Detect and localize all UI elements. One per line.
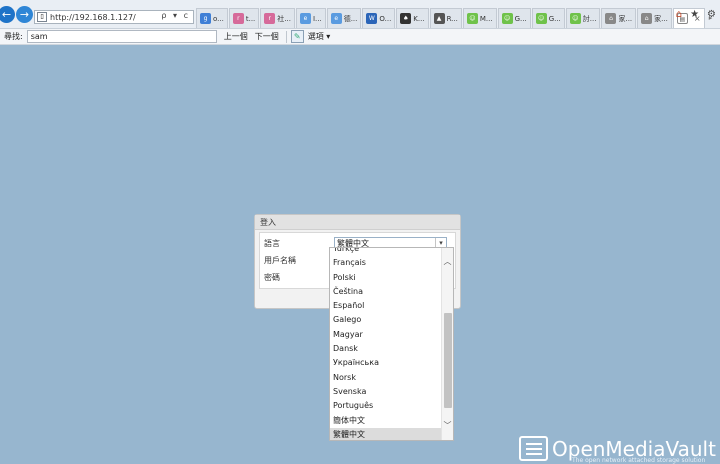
- find-next-button[interactable]: 下一個: [255, 31, 279, 42]
- browser-tab[interactable]: r t...: [228, 8, 260, 28]
- address-bar[interactable]: ▯ http://192.168.1.127/ ρ ▾ c: [34, 10, 194, 24]
- home-icon[interactable]: ⌂: [676, 9, 682, 20]
- dialog-title: 登入: [255, 215, 460, 230]
- language-option[interactable]: 繁體中文: [330, 427, 442, 440]
- language-option[interactable]: Norsk: [330, 371, 442, 385]
- browser-tab[interactable]: r 社...: [260, 8, 295, 28]
- find-options-button[interactable]: 選項 ▾: [308, 31, 331, 42]
- dropdown-scrollbar[interactable]: ︿ ﹀: [441, 248, 453, 440]
- tab-label: G...: [548, 14, 561, 23]
- tab-label: G...: [514, 14, 527, 23]
- browser-tab[interactable]: ☺ G...: [531, 8, 565, 28]
- browser-tab[interactable]: ▲ R...: [429, 8, 462, 28]
- scroll-thumb[interactable]: [444, 313, 452, 408]
- language-option[interactable]: Magyar: [330, 328, 442, 342]
- tab-label: 社...: [277, 14, 291, 23]
- tab-favicon-icon: W: [366, 13, 378, 24]
- tab-strip: g o... r t... r 社... e I... e 德... W O... ♠ K... ▲ R...…: [196, 8, 716, 28]
- address-text[interactable]: http://192.168.1.127/: [50, 13, 136, 22]
- browser-tab[interactable]: e I...: [295, 8, 326, 28]
- tab-favicon-icon: e: [299, 13, 311, 24]
- tab-favicon-icon: ♠: [400, 13, 412, 24]
- browser-tab[interactable]: e 德...: [326, 8, 362, 28]
- address-tools[interactable]: ρ ▾ c: [161, 11, 190, 20]
- brand-name: OpenMediaVault: [552, 436, 716, 461]
- openmediavault-logo-icon: [519, 436, 548, 461]
- find-separator: [285, 30, 287, 43]
- language-option[interactable]: Galego: [330, 313, 442, 327]
- browser-right-icons: ⌂ ★ ⚙: [676, 9, 716, 20]
- language-option[interactable]: Español: [330, 299, 442, 313]
- forward-arrow-icon[interactable]: →: [16, 6, 33, 23]
- tab-label: 家...: [618, 14, 633, 23]
- language-option[interactable]: Português: [330, 399, 442, 413]
- find-input[interactable]: sam: [26, 30, 217, 43]
- tab-favicon-icon: ☺: [569, 13, 581, 24]
- scroll-up-icon[interactable]: ︿: [442, 256, 453, 268]
- language-option[interactable]: Polski: [330, 271, 442, 285]
- browser-tab[interactable]: ⌂ 家...: [637, 8, 672, 28]
- tab-label: 家...: [654, 14, 668, 23]
- tab-label: M...: [479, 14, 493, 23]
- tab-label: R...: [446, 14, 458, 23]
- find-label: 尋找:: [4, 32, 23, 41]
- tab-favicon-icon: ⌂: [605, 13, 617, 24]
- language-option[interactable]: Svenska: [330, 385, 442, 399]
- browser-tab[interactable]: ⌂ 家...: [601, 8, 637, 28]
- tab-favicon-icon: ☺: [501, 13, 513, 24]
- settings-gear-icon[interactable]: ⚙: [707, 9, 716, 20]
- password-label: 密碼: [264, 273, 280, 282]
- tab-favicon-icon: r: [264, 13, 276, 24]
- tab-favicon-icon: e: [330, 13, 342, 24]
- browser-tab[interactable]: ♠ K...: [396, 8, 429, 28]
- scroll-down-icon[interactable]: ﹀: [442, 420, 453, 432]
- tab-favicon-icon: ☺: [535, 13, 547, 24]
- highlight-marker-icon[interactable]: ✎: [290, 30, 304, 43]
- language-option[interactable]: Dansk: [330, 342, 442, 356]
- browser-tab[interactable]: ☺ M...: [462, 8, 497, 28]
- tab-label: O...: [379, 14, 392, 23]
- language-option[interactable]: Čeština: [330, 285, 442, 299]
- language-option[interactable]: Türkçe: [330, 248, 442, 256]
- language-option[interactable]: Français: [330, 256, 442, 270]
- browser-toolbar: ← → ▯ http://192.168.1.127/ ρ ▾ c g o... r…: [0, 0, 720, 29]
- page-icon: ▯: [37, 12, 47, 22]
- find-bar: 尋找: sam 上一個 下一個 ✎ 選項 ▾: [0, 29, 720, 45]
- tab-label: 德...: [343, 14, 358, 23]
- favorites-star-icon[interactable]: ★: [690, 9, 699, 20]
- language-dropdown[interactable]: Türkçe Français Polski Čeština Español Galego…: [329, 247, 454, 441]
- tab-label: t...: [245, 14, 256, 23]
- language-option-list: Türkçe Français Polski Čeština Español Galego…: [330, 248, 442, 440]
- tab-label: K...: [413, 14, 425, 23]
- browser-tab[interactable]: g o...: [196, 8, 228, 28]
- browser-tab[interactable]: ☺ G...: [497, 8, 531, 28]
- browser-tab[interactable]: W O...: [362, 8, 396, 28]
- tab-favicon-icon: ▲: [433, 13, 445, 24]
- brand-tagline: The open network attached storage soluti…: [572, 457, 706, 464]
- tab-favicon-icon: ⌂: [641, 13, 653, 24]
- username-label: 用戶名稱: [264, 256, 296, 265]
- tab-label: I...: [312, 14, 322, 23]
- browser-tab[interactable]: ☺ 討...: [565, 8, 601, 28]
- language-option[interactable]: Українська: [330, 356, 442, 370]
- tab-label: o...: [213, 14, 224, 23]
- find-previous-button[interactable]: 上一個: [224, 31, 248, 42]
- back-arrow-icon[interactable]: ←: [0, 6, 15, 23]
- tab-favicon-icon: g: [200, 13, 211, 24]
- language-label: 語言: [264, 239, 280, 248]
- tab-favicon-icon: r: [232, 13, 244, 24]
- tab-favicon-icon: ☺: [466, 13, 478, 24]
- tab-label: 討...: [582, 14, 597, 23]
- language-option[interactable]: 簡体中文: [330, 414, 442, 428]
